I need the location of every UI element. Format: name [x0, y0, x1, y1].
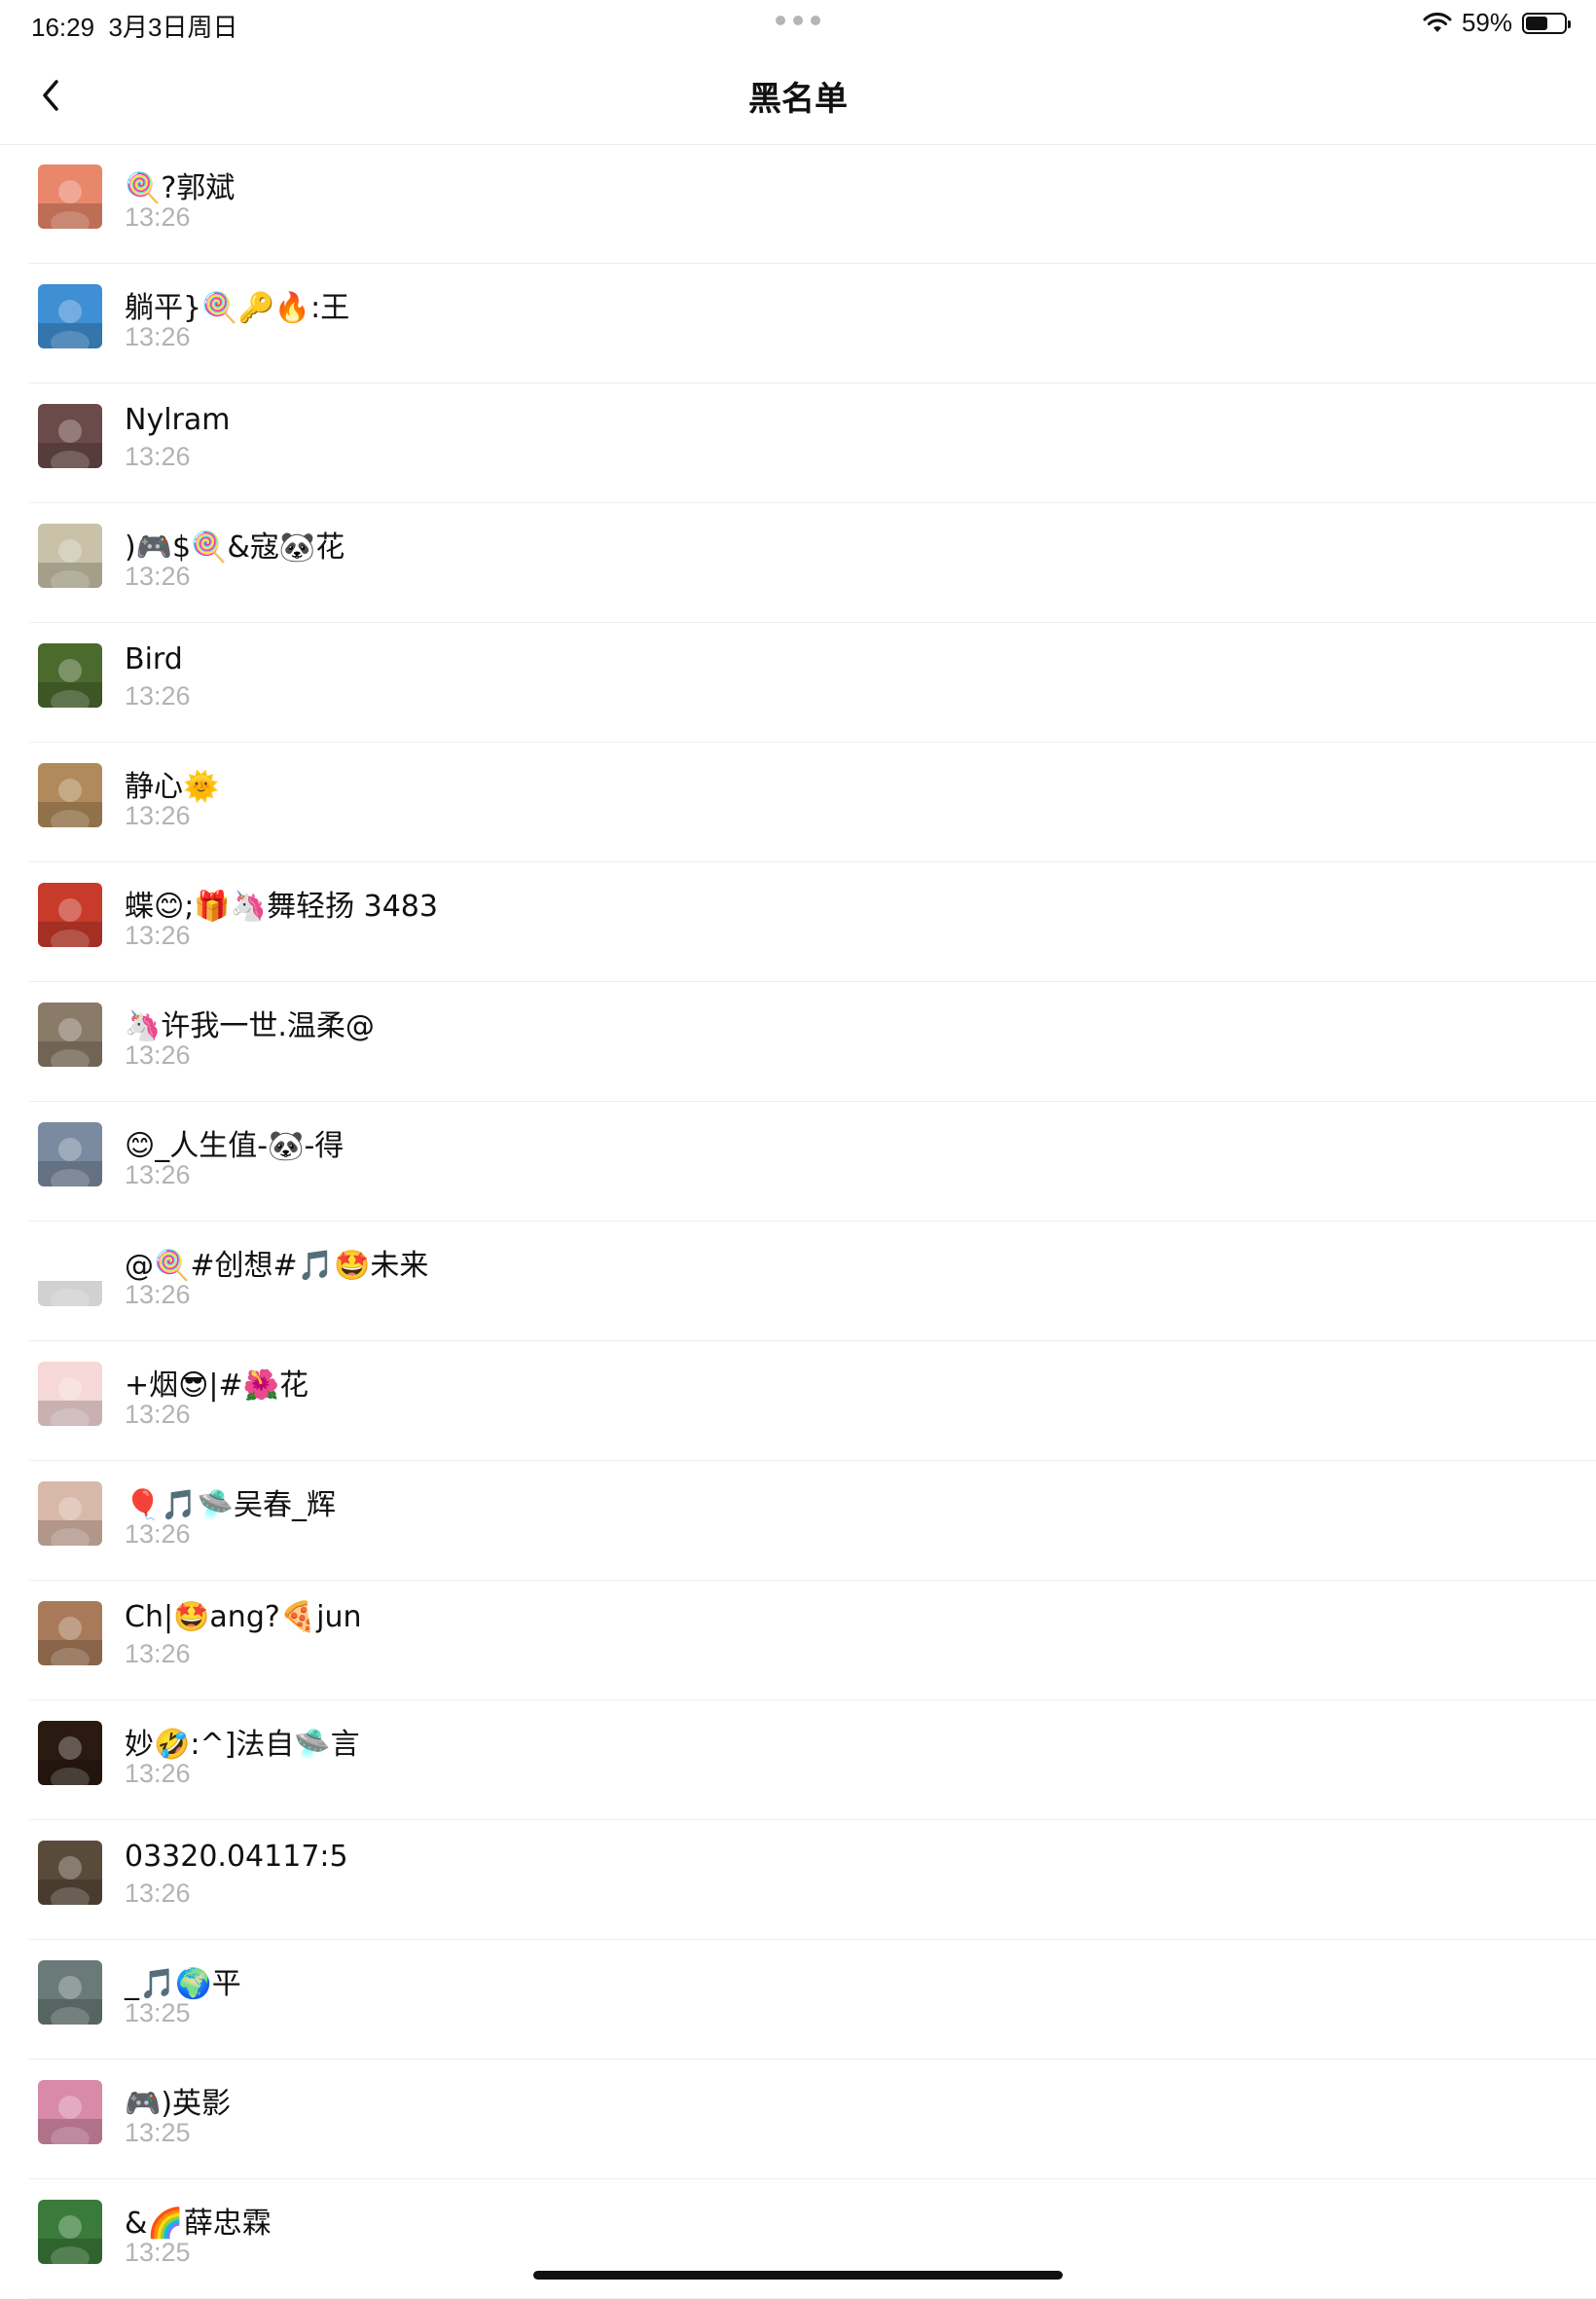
blocked-time: 13:26: [125, 1160, 191, 1189]
contact-name: &🌈薛忠霖: [125, 2207, 272, 2241]
contact-name: 🍭?郭斌: [125, 171, 236, 205]
avatar[interactable]: [38, 763, 102, 827]
avatar[interactable]: [38, 524, 102, 588]
status-time: 16:29 3月3日周日: [31, 8, 237, 44]
avatar[interactable]: [38, 883, 102, 947]
list-item[interactable]: 03320.04117:5 13:26: [0, 1820, 1596, 1940]
blocked-time: 13:26: [125, 1639, 191, 1668]
avatar[interactable]: [38, 1481, 102, 1546]
avatar[interactable]: [38, 2200, 102, 2264]
list-item[interactable]: 🦄许我一世.温柔@ 13:26: [0, 982, 1596, 1102]
list-item[interactable]: &🌈薛忠霖 13:25: [0, 2179, 1596, 2299]
list-item[interactable]: 躺平}🍭🔑🔥:王 13:26: [0, 264, 1596, 383]
contact-name: +烟😎|#🌺花: [125, 1368, 309, 1403]
avatar[interactable]: [38, 164, 102, 229]
list-item[interactable]: 🎮)英影 13:25: [0, 2060, 1596, 2179]
home-indicator[interactable]: [533, 2271, 1063, 2280]
avatar[interactable]: [38, 1362, 102, 1426]
blocked-time: 13:25: [125, 2118, 191, 2147]
list-item[interactable]: Bird 13:26: [0, 623, 1596, 743]
blocked-time: 13:26: [125, 1519, 191, 1549]
blocked-time: 13:26: [125, 1759, 191, 1788]
avatar[interactable]: [38, 2080, 102, 2144]
contact-name: 03320.04117:5: [125, 1840, 348, 1874]
avatar[interactable]: [38, 1841, 102, 1905]
list-item[interactable]: _🎵🌍平 13:25: [0, 1940, 1596, 2060]
blocked-time: 13:26: [125, 1280, 191, 1309]
nav-bar: 黑名单: [0, 49, 1596, 145]
blocked-time: 13:26: [125, 442, 191, 471]
avatar[interactable]: [38, 1960, 102, 2025]
contact-name: 蝶😊;🎁🦄舞轻扬 3483: [125, 890, 438, 924]
blocked-time: 13:26: [125, 1400, 191, 1429]
contact-name: 静心🌞: [125, 770, 220, 804]
contact-name: Nylram: [125, 403, 231, 437]
avatar[interactable]: [38, 1601, 102, 1665]
blocked-time: 13:25: [125, 2238, 191, 2267]
avatar[interactable]: [38, 1003, 102, 1067]
list-item[interactable]: 蝶😊;🎁🦄舞轻扬 3483 13:26: [0, 862, 1596, 982]
contact-name: Ch|🤩ang?🍕jun: [125, 1600, 362, 1634]
list-item[interactable]: @🍭#创想#🎵🤩未来 13:26: [0, 1222, 1596, 1341]
status-date: 3月3日周日: [108, 13, 238, 42]
contact-name: 🎮)英影: [125, 2087, 232, 2121]
contact-name: Bird: [125, 642, 183, 676]
battery-percent: 59%: [1461, 8, 1512, 37]
list-item[interactable]: )🎮$🍭&寇🐼花 13:26: [0, 503, 1596, 623]
blacklist: 🍭?郭斌 13:26 躺平}🍭🔑🔥:王 13:26 Nylram 13:26)🎮$🍭&寇🐼…: [0, 144, 1596, 2299]
list-item[interactable]: 🍭?郭斌 13:26: [0, 144, 1596, 264]
contact-name: )🎮$🍭&寇🐼花: [125, 530, 345, 565]
contact-name: @🍭#创想#🎵🤩未来: [125, 1249, 429, 1283]
blocked-time: 13:26: [125, 322, 191, 351]
avatar[interactable]: [38, 1721, 102, 1785]
contact-name: 🦄许我一世.温柔@: [125, 1009, 375, 1043]
status-right: 59%: [1423, 8, 1571, 38]
status-bar: 16:29 3月3日周日 59%: [0, 0, 1596, 49]
contact-name: 😊_人生值-🐼-得: [125, 1129, 345, 1163]
blocked-time: 13:26: [125, 681, 191, 711]
multitasking-dots-icon[interactable]: [776, 16, 820, 27]
status-clock: 16:29: [31, 13, 95, 42]
wifi-icon: [1423, 12, 1452, 32]
blocked-time: 13:26: [125, 562, 191, 591]
avatar[interactable]: [38, 643, 102, 708]
contact-name: 🎈🎵🛸吴春_辉: [125, 1488, 337, 1522]
blocked-time: 13:26: [125, 202, 191, 232]
list-item[interactable]: Ch|🤩ang?🍕jun 13:26: [0, 1581, 1596, 1700]
list-item[interactable]: +烟😎|#🌺花 13:26: [0, 1341, 1596, 1461]
avatar[interactable]: [38, 1242, 102, 1306]
avatar[interactable]: [38, 1122, 102, 1186]
contact-name: 妙🤣:^]法自🛸言: [125, 1728, 360, 1762]
avatar[interactable]: [38, 284, 102, 348]
blocked-time: 13:26: [125, 801, 191, 830]
contact-name: 躺平}🍭🔑🔥:王: [125, 291, 350, 325]
contact-name: _🎵🌍平: [125, 1967, 241, 2001]
list-item[interactable]: Nylram 13:26: [0, 383, 1596, 503]
avatar[interactable]: [38, 404, 102, 468]
blocked-time: 13:26: [125, 1879, 191, 1908]
blocked-time: 13:25: [125, 1998, 191, 2027]
page-title: 黑名单: [748, 80, 848, 119]
list-item[interactable]: 妙🤣:^]法自🛸言 13:26: [0, 1700, 1596, 1820]
list-item[interactable]: 静心🌞 13:26: [0, 743, 1596, 862]
battery-icon: [1522, 12, 1571, 34]
list-item[interactable]: 🎈🎵🛸吴春_辉 13:26: [0, 1461, 1596, 1581]
blocked-time: 13:26: [125, 1040, 191, 1070]
blocked-time: 13:26: [125, 921, 191, 950]
list-item[interactable]: 😊_人生值-🐼-得 13:26: [0, 1102, 1596, 1222]
